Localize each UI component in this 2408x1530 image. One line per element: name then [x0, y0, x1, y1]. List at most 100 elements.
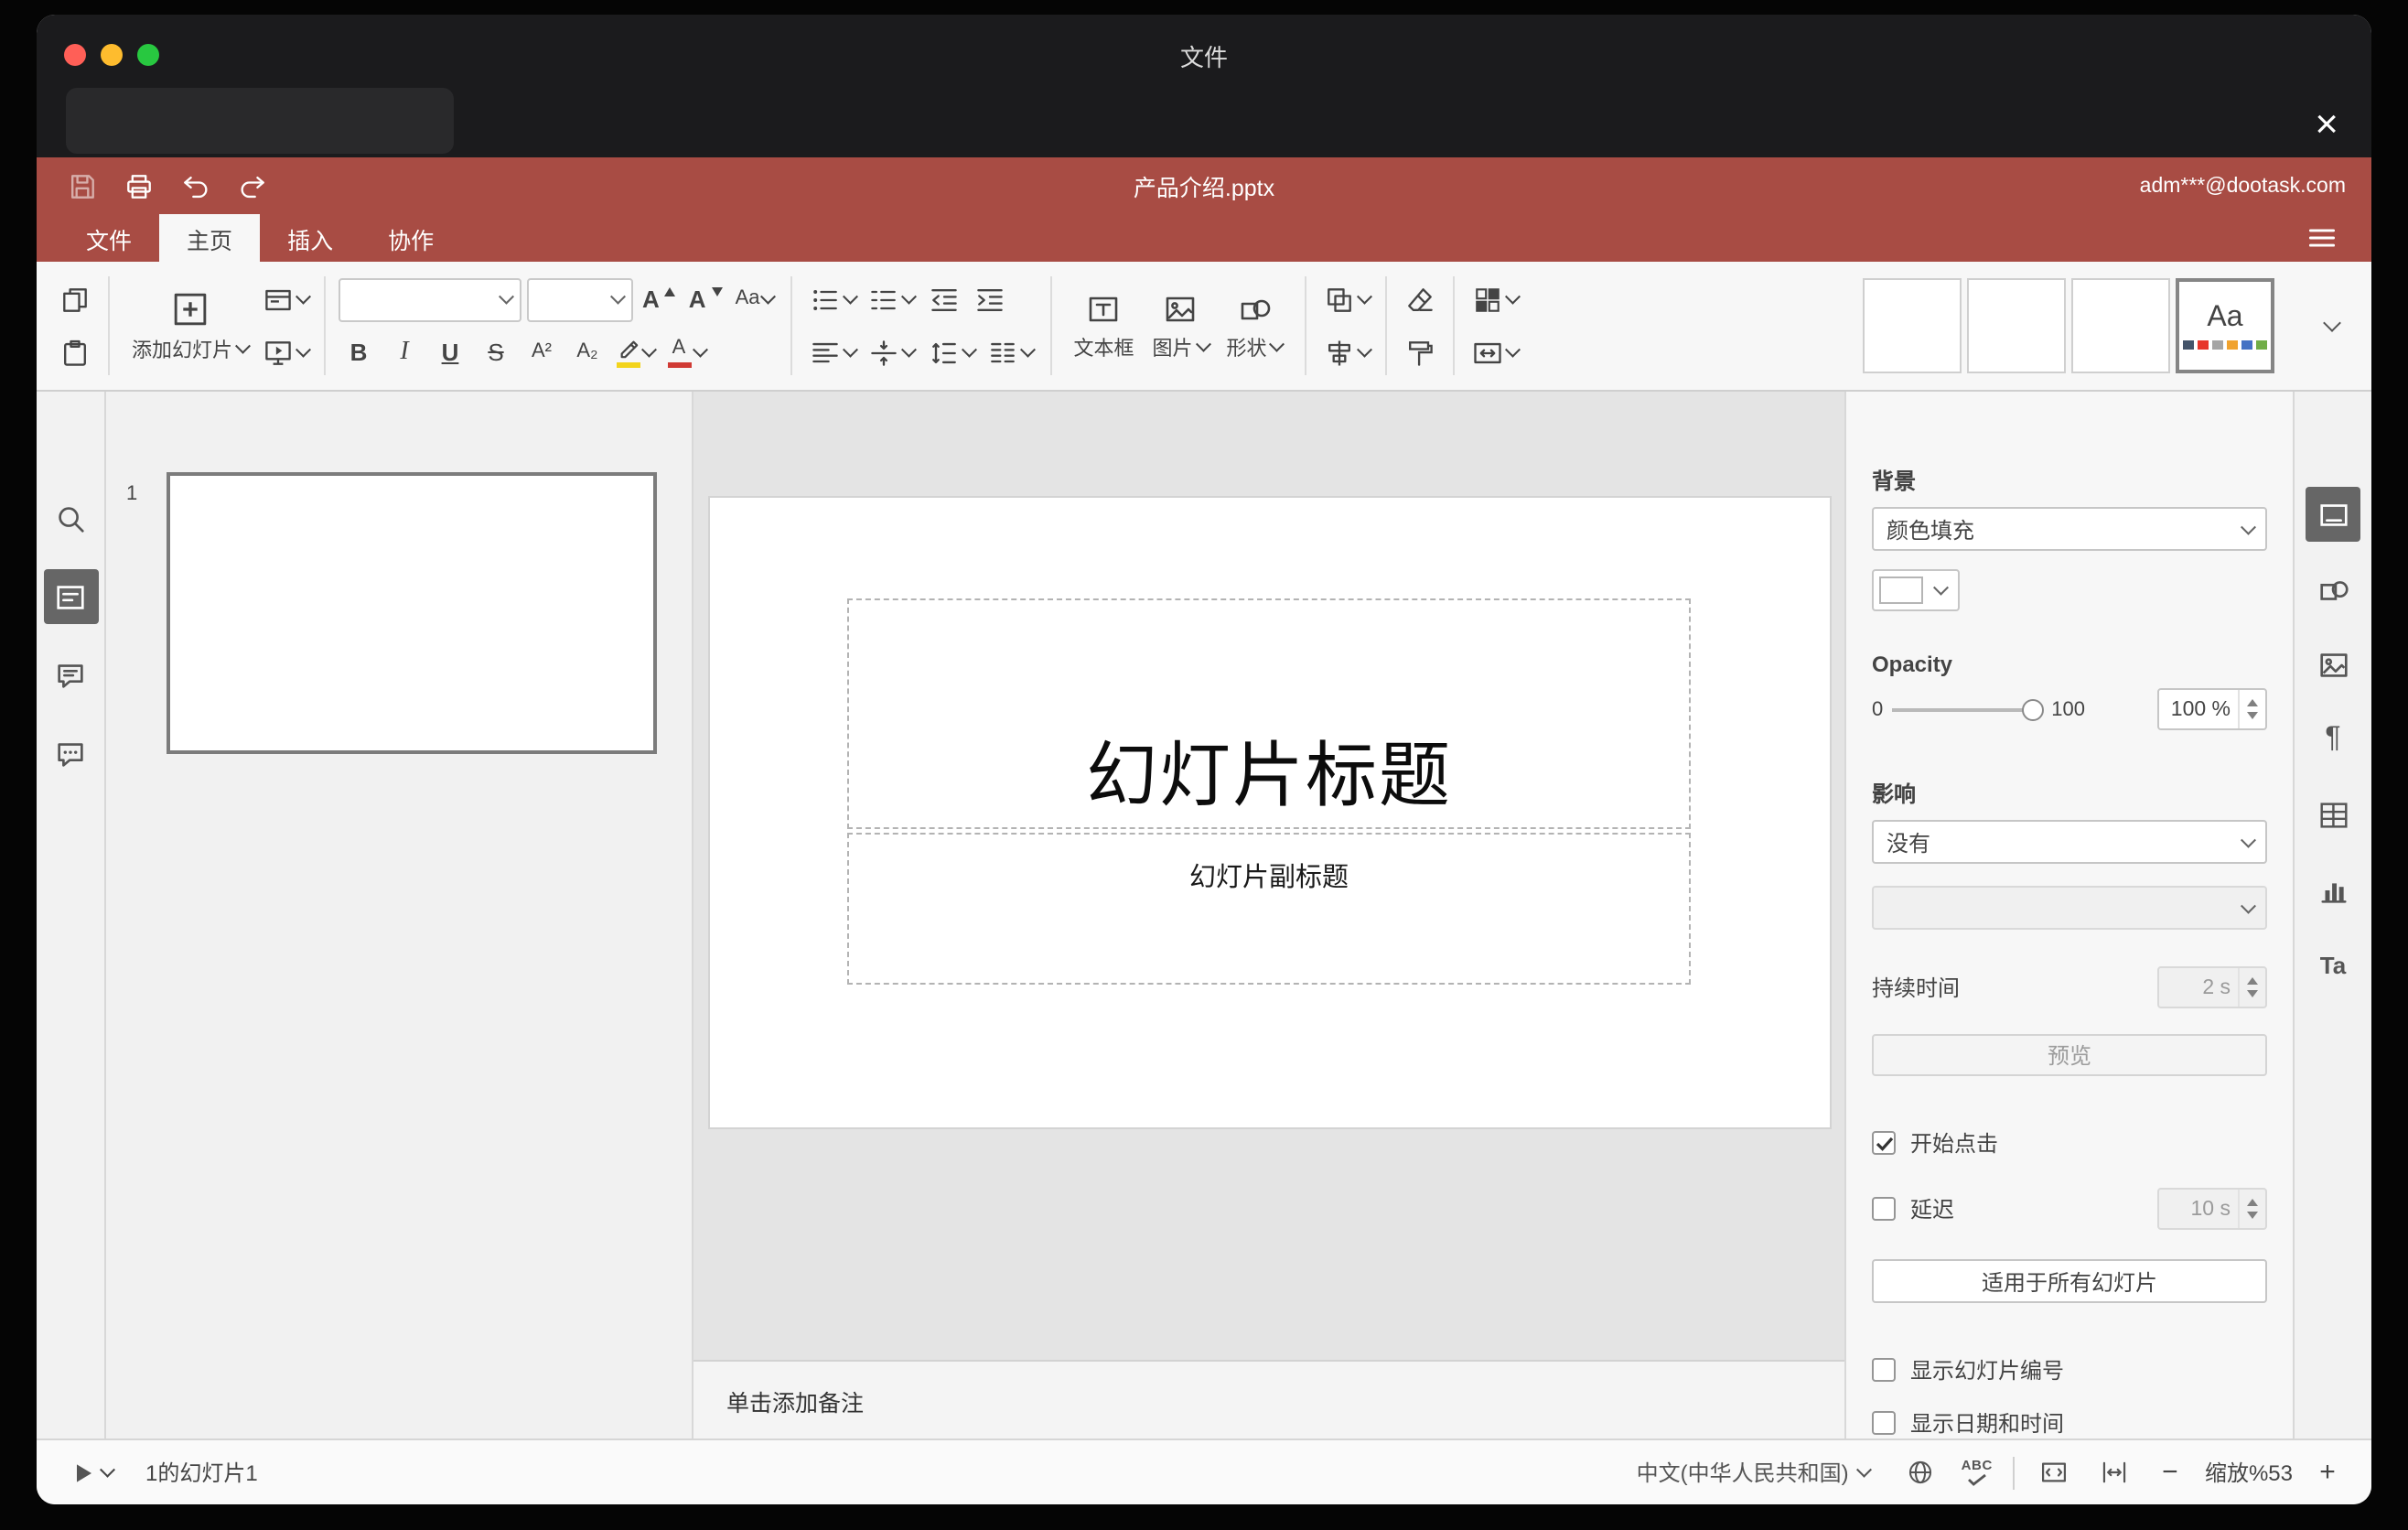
underline-button[interactable]: U — [430, 330, 470, 374]
spinner-arrows[interactable] — [2238, 690, 2265, 728]
background-color-select[interactable] — [1872, 569, 1960, 611]
slide-title-placeholder[interactable]: 幻灯片标题 — [847, 598, 1691, 829]
close-window-button[interactable] — [64, 44, 86, 66]
clipboard-group — [55, 276, 95, 375]
superscript-button[interactable]: A² — [521, 330, 562, 374]
bold-button[interactable]: B — [339, 330, 379, 374]
slide-size-button[interactable] — [1468, 330, 1522, 374]
color-scheme-button[interactable] — [1468, 277, 1522, 321]
textbox-icon — [1090, 296, 1118, 321]
arrange-shapes-button[interactable] — [1319, 277, 1373, 321]
tab-collaboration[interactable]: 协作 — [360, 214, 461, 262]
redo-button[interactable] — [232, 166, 273, 206]
horizontal-align-button[interactable] — [805, 330, 859, 374]
opacity-slider[interactable] — [1892, 696, 2045, 722]
align-shapes-button[interactable] — [1319, 330, 1373, 374]
zoom-in-button[interactable]: + — [2313, 1457, 2342, 1488]
numbering-button[interactable] — [865, 277, 919, 321]
change-case-button[interactable]: Aa — [732, 277, 778, 321]
effect-select[interactable]: 没有 — [1872, 820, 2267, 864]
image-settings-button[interactable] — [2306, 637, 2360, 692]
tab-home[interactable]: 主页 — [159, 214, 261, 262]
increase-indent-button[interactable] — [970, 277, 1010, 321]
duration-spinner[interactable]: 2 s — [2157, 966, 2267, 1008]
set-language-button[interactable] — [1901, 1452, 1941, 1492]
clear-style-button[interactable] — [1401, 277, 1441, 321]
zoom-window-button[interactable] — [137, 44, 159, 66]
spellcheck-button[interactable]: ABC — [1962, 1458, 1993, 1487]
save-button[interactable] — [62, 166, 102, 206]
start-slideshow-status-button[interactable] — [66, 1450, 116, 1494]
tab-insert[interactable]: 插入 — [260, 214, 360, 262]
delay-checkbox[interactable] — [1872, 1197, 1896, 1221]
textart-settings-button[interactable]: Ta — [2306, 937, 2360, 992]
theme-tile-2[interactable] — [1967, 278, 2066, 373]
bullets-button[interactable] — [805, 277, 859, 321]
columns-button[interactable] — [984, 330, 1037, 374]
increase-font-size-button[interactable]: A — [639, 277, 680, 321]
start-on-click-checkbox[interactable] — [1872, 1131, 1896, 1155]
decrease-indent-button[interactable] — [924, 277, 964, 321]
notes-area[interactable]: 单击添加备注 — [693, 1360, 1844, 1438]
preview-button[interactable]: 预览 — [1872, 1034, 2267, 1076]
highlight-color-button[interactable] — [613, 330, 658, 374]
slide-settings-button[interactable] — [2306, 487, 2360, 542]
italic-button[interactable]: I — [384, 330, 425, 374]
theme-gallery-expand-button[interactable] — [2315, 289, 2349, 362]
font-color-button[interactable]: A — [663, 330, 708, 374]
slide-thumbnail[interactable] — [167, 472, 657, 754]
print-button[interactable] — [119, 166, 159, 206]
line-spacing-button[interactable] — [924, 330, 978, 374]
paragraph-settings-button[interactable]: ¶ — [2306, 712, 2360, 767]
comments-button[interactable] — [43, 648, 98, 703]
font-name-select[interactable] — [339, 277, 521, 321]
search-button[interactable] — [43, 490, 98, 545]
font-size-select[interactable] — [527, 277, 633, 321]
fit-to-slide-button[interactable] — [2035, 1452, 2075, 1492]
slide-page[interactable]: 幻灯片标题 幻灯片副标题 — [709, 498, 1829, 1127]
shape-settings-button[interactable] — [2306, 562, 2360, 617]
slide-canvas[interactable]: 幻灯片标题 幻灯片副标题 — [693, 392, 1844, 1360]
show-date-time-checkbox[interactable] — [1872, 1411, 1896, 1435]
start-slideshow-button[interactable] — [257, 330, 311, 374]
menu-button[interactable] — [2295, 214, 2349, 262]
minimize-window-button[interactable] — [101, 44, 123, 66]
copy-style-button[interactable] — [1401, 330, 1441, 374]
fit-to-width-button[interactable] — [2095, 1452, 2135, 1492]
strikethrough-button[interactable]: S — [476, 330, 516, 374]
insert-textbox-button[interactable]: 文本框 — [1065, 273, 1144, 379]
close-icon[interactable]: × — [2315, 99, 2338, 150]
insert-image-button[interactable]: 图片 — [1144, 273, 1218, 379]
show-slide-number-checkbox[interactable] — [1872, 1358, 1896, 1382]
slides-panel-button[interactable] — [43, 569, 98, 624]
tab-file[interactable]: 文件 — [59, 214, 159, 262]
globe-icon — [1909, 1460, 1932, 1484]
spinner-arrows[interactable] — [2238, 968, 2265, 1007]
language-selector[interactable]: 中文(中华人民共和国) — [1626, 1455, 1881, 1490]
paste-button[interactable] — [55, 330, 95, 374]
theme-tile-1[interactable] — [1863, 278, 1962, 373]
slider-handle[interactable] — [2022, 698, 2045, 720]
change-layout-button[interactable] — [257, 277, 311, 321]
opacity-spinner[interactable]: 100 % — [2157, 688, 2267, 730]
vertical-align-button[interactable] — [865, 330, 919, 374]
undo-button[interactable] — [176, 166, 216, 206]
subscript-button[interactable]: A₂ — [567, 330, 607, 374]
copy-button[interactable] — [55, 277, 95, 321]
theme-tile-3[interactable] — [2071, 278, 2170, 373]
slide-subtitle-placeholder[interactable]: 幻灯片副标题 — [847, 833, 1691, 985]
spinner-arrows[interactable] — [2238, 1190, 2265, 1228]
chat-button[interactable] — [43, 727, 98, 781]
decrease-font-size-button[interactable]: A — [685, 277, 726, 321]
color-scheme-icon — [1476, 287, 1500, 311]
chart-settings-button[interactable] — [2306, 862, 2360, 917]
theme-tile-selected[interactable]: Aa — [2176, 278, 2274, 373]
effect-type-select[interactable] — [1872, 886, 2267, 930]
delay-spinner[interactable]: 10 s — [2157, 1188, 2267, 1230]
insert-shape-button[interactable]: 形状 — [1218, 273, 1292, 379]
apply-to-all-slides-button[interactable]: 适用于所有幻灯片 — [1872, 1259, 2267, 1303]
zoom-out-button[interactable]: − — [2155, 1457, 2185, 1488]
add-slide-button[interactable]: 添加幻灯片 — [123, 273, 257, 379]
background-fill-select[interactable]: 颜色填充 — [1872, 507, 2267, 551]
table-settings-button[interactable] — [2306, 787, 2360, 842]
